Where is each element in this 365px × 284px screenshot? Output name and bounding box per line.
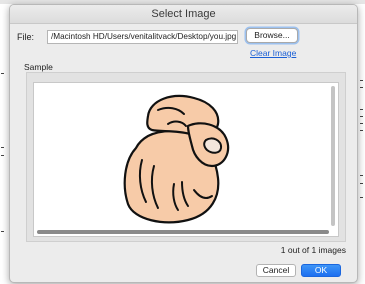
background-mark xyxy=(1,231,4,232)
horizontal-scroll-thumb[interactable] xyxy=(37,230,329,234)
background-mark xyxy=(360,123,363,124)
select-image-dialog: Select Image File: /Macintosh HD/Users/v… xyxy=(9,4,358,283)
sample-label: Sample xyxy=(24,62,53,72)
background-mark xyxy=(1,155,4,156)
background-mark xyxy=(360,197,363,198)
background-mark xyxy=(360,80,363,81)
background-mark xyxy=(1,73,4,74)
browse-button[interactable]: Browse... xyxy=(246,28,298,43)
background-mark xyxy=(360,130,363,131)
background-mark xyxy=(360,116,363,117)
vertical-scroll-thumb[interactable] xyxy=(331,86,335,226)
background-mark xyxy=(1,147,4,148)
background-mark xyxy=(360,183,363,184)
dialog-title: Select Image xyxy=(10,5,357,24)
background-mark xyxy=(360,87,363,88)
cancel-button[interactable]: Cancel xyxy=(256,264,296,277)
background-mark xyxy=(360,109,363,110)
pointing-hand-icon xyxy=(123,94,230,224)
ok-button[interactable]: OK xyxy=(301,264,341,277)
horizontal-scrollbar[interactable] xyxy=(36,229,332,235)
vertical-scrollbar[interactable] xyxy=(330,85,336,229)
sample-preview xyxy=(33,82,339,237)
background-mark xyxy=(360,175,363,176)
file-label: File: xyxy=(17,32,35,42)
image-counter: 1 out of 1 images xyxy=(280,245,346,255)
file-path-field[interactable]: /Macintosh HD/Users/venitalitvack/Deskto… xyxy=(47,30,238,44)
clear-image-link[interactable]: Clear Image xyxy=(250,48,296,58)
